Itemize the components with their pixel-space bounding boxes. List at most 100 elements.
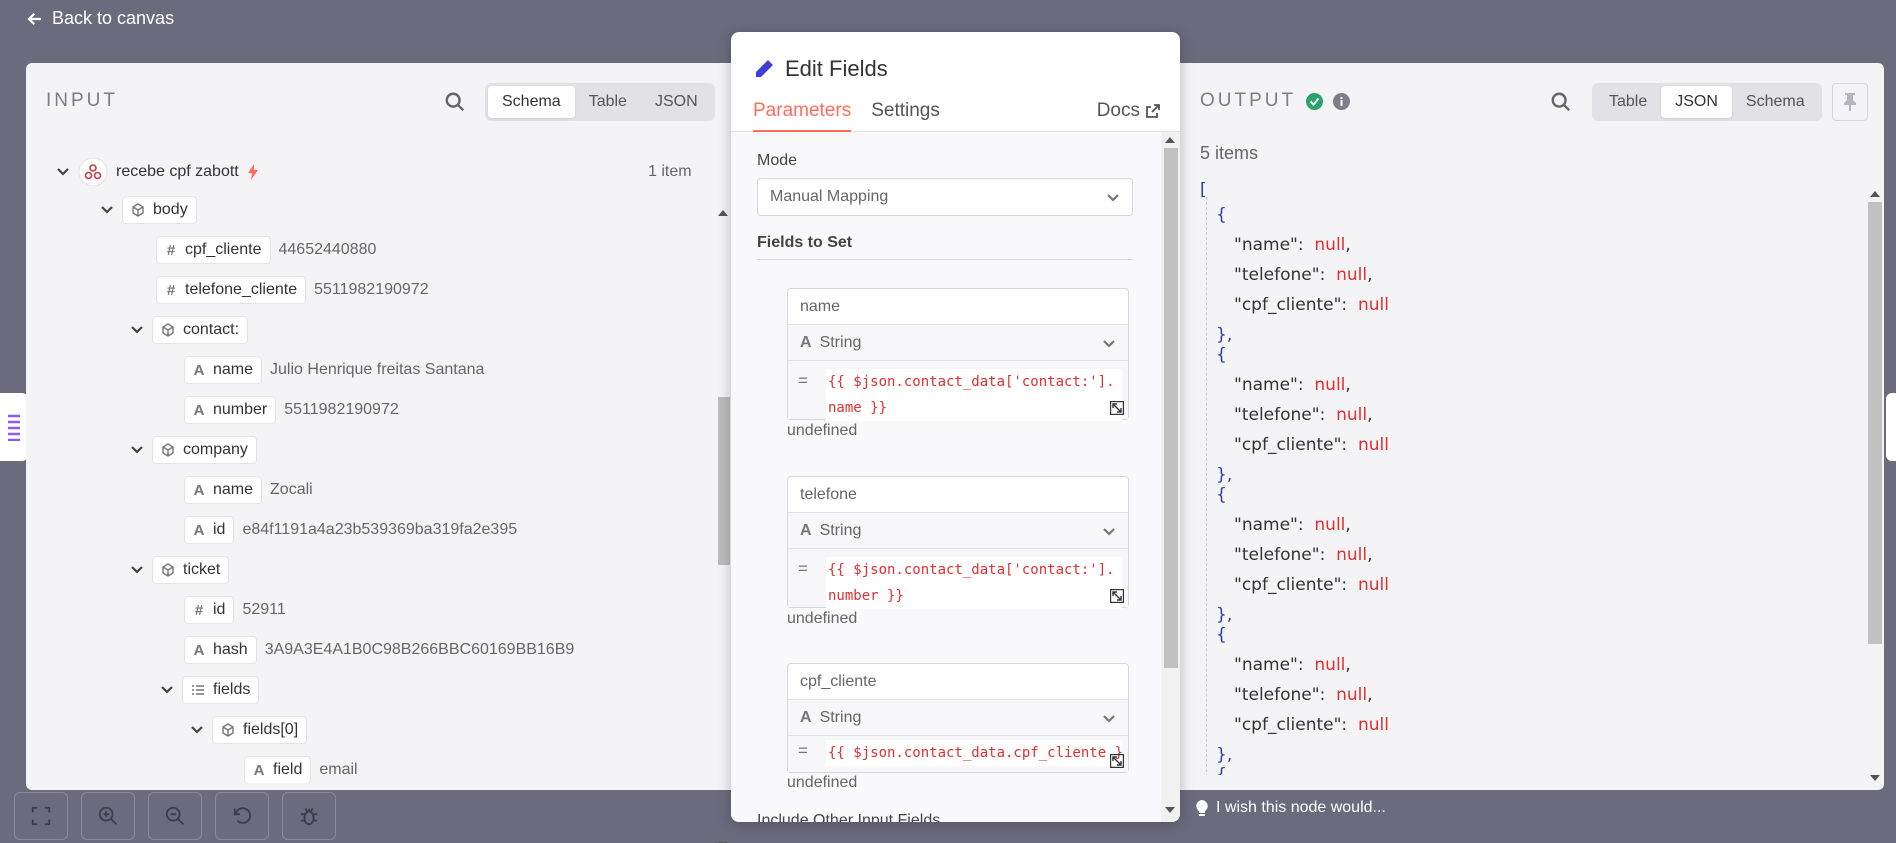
field-assignment-cpf: cpf_cliente A String = {{ $json.contact_d…: [787, 663, 1129, 773]
right-drag-handle[interactable]: [1886, 393, 1896, 461]
expression-icon: =: [798, 559, 808, 578]
expression-icon: =: [798, 741, 808, 760]
modal-tabs: Parameters Settings: [753, 100, 940, 132]
node-row[interactable]: recebe cpf zabott: [56, 157, 259, 187]
json-line: "name": null,: [1234, 655, 1351, 675]
tree-row-field: Afield email: [244, 756, 358, 783]
mode-select[interactable]: Manual Mapping: [757, 178, 1133, 216]
tree-row-contact[interactable]: contact:: [130, 316, 249, 344]
modal-scroll-thumb[interactable]: [1164, 148, 1178, 668]
tree-row-body[interactable]: body: [100, 196, 197, 224]
tab-parameters[interactable]: Parameters: [753, 100, 852, 132]
back-label: Back to canvas: [52, 8, 175, 28]
chevron-down-icon[interactable]: [130, 323, 144, 337]
lightbulb-icon: [1196, 799, 1208, 816]
chevron-down-icon: [1103, 715, 1115, 723]
external-link-icon: [1146, 104, 1160, 118]
tab-json[interactable]: JSON: [1661, 86, 1732, 118]
object-icon: [162, 563, 174, 577]
object-icon: [222, 723, 234, 737]
field-type-select[interactable]: A String: [788, 513, 1128, 549]
json-line: "cpf_cliente": null: [1234, 575, 1389, 595]
fit-view-button[interactable]: [14, 792, 68, 840]
zoom-in-button[interactable]: [81, 792, 135, 840]
json-line: "telefone": null,: [1234, 545, 1373, 565]
field-name-input[interactable]: name: [788, 289, 1128, 325]
tree-row-fields0[interactable]: fields[0]: [190, 716, 308, 744]
input-scroll-thumb[interactable]: [718, 397, 730, 565]
tree-row-fields[interactable]: fields: [160, 676, 260, 704]
success-check-icon: [1306, 92, 1324, 110]
debug-button[interactable]: [282, 792, 336, 840]
drag-lines-icon: [8, 414, 20, 441]
json-line: "cpf_cliente": null: [1234, 435, 1389, 455]
json-indent-guide: [1206, 197, 1207, 775]
chevron-down-icon[interactable]: [130, 563, 144, 577]
object-icon: [132, 203, 144, 217]
field-name-input[interactable]: cpf_cliente: [788, 664, 1128, 700]
scroll-down-icon[interactable]: [1165, 806, 1175, 814]
pin-data-button[interactable]: [1832, 83, 1868, 121]
chevron-down-icon[interactable]: [56, 165, 70, 179]
expand-icon[interactable]: [1110, 401, 1124, 415]
reset-zoom-button[interactable]: [215, 792, 269, 840]
tab-schema[interactable]: Schema: [1732, 86, 1819, 118]
tree-row-contact-name: Aname Julio Henrique freitas Santana: [184, 356, 484, 384]
tree-row-company[interactable]: company: [130, 436, 257, 464]
scroll-up-icon[interactable]: [1870, 190, 1880, 198]
tab-json[interactable]: JSON: [641, 86, 712, 118]
field-name-input[interactable]: telefone: [788, 477, 1128, 513]
list-icon: [192, 685, 204, 695]
json-line: "telefone": null,: [1234, 405, 1373, 425]
canvas-toolbar: [14, 792, 336, 840]
output-scroll-thumb[interactable]: [1868, 202, 1882, 644]
output-scrollbar[interactable]: [1868, 188, 1882, 788]
chevron-down-icon[interactable]: [130, 443, 144, 457]
edit-fields-modal: Edit Fields Parameters Settings Docs Mod…: [731, 32, 1180, 822]
field-type-select[interactable]: A String: [788, 700, 1128, 736]
expand-icon[interactable]: [1110, 589, 1124, 603]
field-assignment-telefone: telefone A String = {{ $json.contact_data…: [787, 476, 1129, 609]
field-type-select[interactable]: A String: [788, 325, 1128, 361]
scroll-up-icon[interactable]: [718, 209, 728, 217]
search-icon[interactable]: [1550, 91, 1572, 113]
scroll-up-icon[interactable]: [1165, 136, 1175, 144]
json-line: "cpf_cliente": null: [1234, 295, 1389, 315]
input-title: INPUT: [46, 90, 118, 111]
tab-settings[interactable]: Settings: [871, 100, 940, 132]
scroll-down-icon[interactable]: [1870, 774, 1880, 782]
zoom-out-button[interactable]: [148, 792, 202, 840]
tree-row-company-name: Aname Zocali: [184, 476, 313, 504]
bug-icon: [300, 808, 318, 826]
left-drag-handle[interactable]: [0, 393, 28, 461]
chevron-down-icon[interactable]: [160, 683, 174, 697]
string-type-icon: A: [193, 521, 205, 539]
object-icon: [162, 323, 174, 337]
back-to-canvas-link[interactable]: Back to canvas: [26, 8, 174, 29]
chevron-down-icon[interactable]: [100, 203, 114, 217]
schema-tree: recebe cpf zabott 1 item body # cpf_clien…: [26, 143, 716, 783]
field-value-expression[interactable]: = {{ $json.contact_data['contact:'].numb…: [788, 549, 1128, 609]
tab-table[interactable]: Table: [575, 86, 641, 118]
field-result: undefined: [787, 610, 858, 627]
field-value-expression[interactable]: = {{ $json.contact_data.cpf_cliente }}: [788, 736, 1128, 772]
string-type-icon: A: [193, 641, 205, 659]
chevron-down-icon[interactable]: [190, 723, 204, 737]
string-type-icon: A: [253, 761, 265, 779]
field-value-expression[interactable]: = {{ $json.contact_data['contact:'].name…: [788, 361, 1128, 421]
docs-link[interactable]: Docs: [1097, 100, 1160, 122]
modal-scrollbar[interactable]: [1161, 132, 1180, 822]
feedback-link[interactable]: I wish this node would...: [1196, 799, 1386, 817]
output-view-toggle: Table JSON Schema: [1592, 83, 1822, 121]
tree-row-ticket[interactable]: ticket: [130, 556, 230, 584]
tab-table[interactable]: Table: [1595, 86, 1661, 118]
input-scrollbar[interactable]: [716, 129, 730, 843]
search-icon[interactable]: [444, 91, 466, 113]
number-type-icon: #: [194, 601, 204, 619]
fullscreen-icon: [31, 806, 51, 826]
info-icon[interactable]: [1333, 92, 1351, 110]
node-name: recebe cpf zabott: [116, 163, 239, 180]
input-view-toggle: Schema Table JSON: [485, 83, 715, 121]
tab-schema[interactable]: Schema: [488, 86, 575, 118]
expand-icon[interactable]: [1110, 754, 1124, 768]
